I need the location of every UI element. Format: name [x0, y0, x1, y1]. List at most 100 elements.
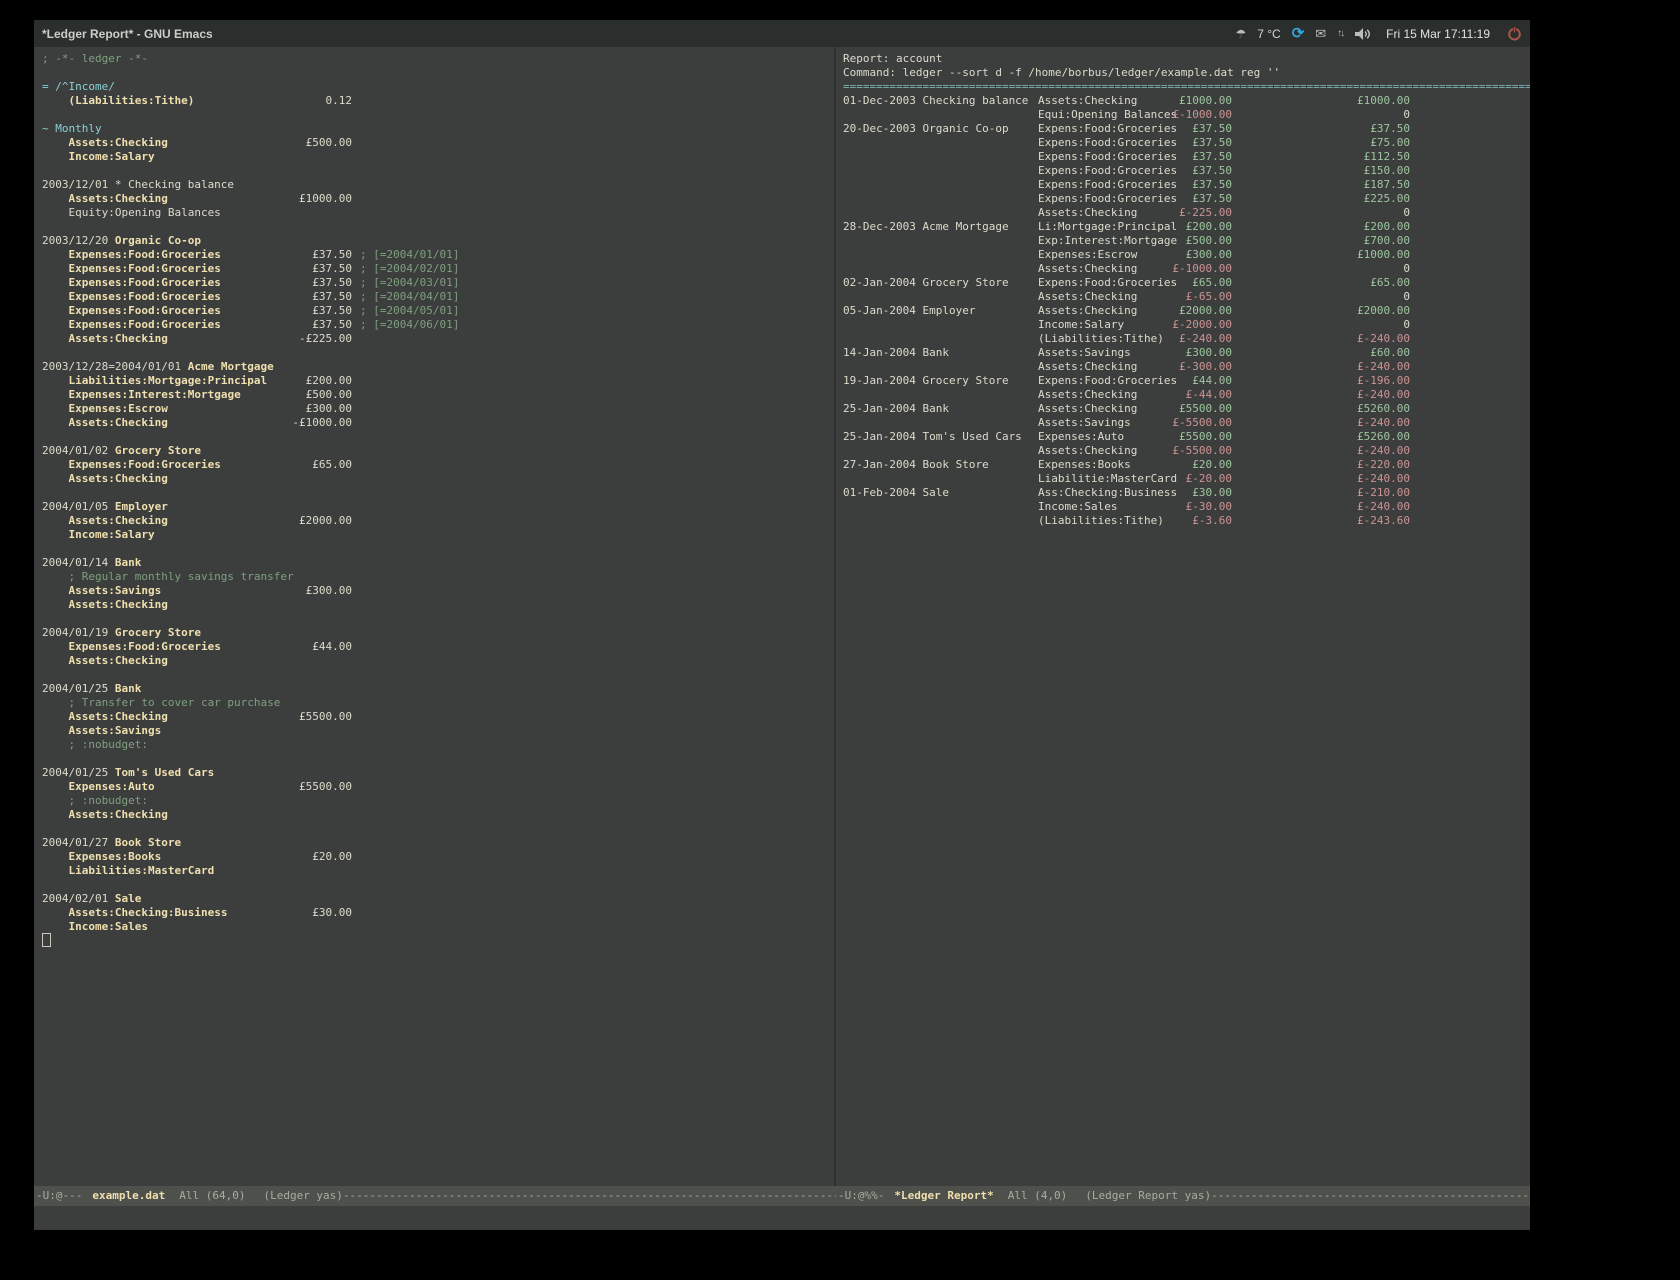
register-row[interactable]: 01-Dec-2003 Checking balanceAssets:Check…: [843, 94, 1530, 108]
ledger-line[interactable]: [42, 822, 834, 836]
ledger-line[interactable]: 2003/12/01 * Checking balance: [42, 178, 834, 192]
ledger-line[interactable]: (Liabilities:Tithe)0.12: [42, 94, 834, 108]
ledger-line[interactable]: ; -*- ledger -*-: [42, 52, 834, 66]
ledger-line[interactable]: Liabilities:MasterCard: [42, 864, 834, 878]
ledger-line[interactable]: 2004/01/25 Tom's Used Cars: [42, 766, 834, 780]
ledger-line[interactable]: ; Transfer to cover car purchase: [42, 696, 834, 710]
ledger-line[interactable]: Assets:Checking-£1000.00: [42, 416, 834, 430]
register-row[interactable]: Assets:Savings£-5500.00£-240.00: [843, 416, 1530, 430]
ledger-line[interactable]: [42, 220, 834, 234]
ledger-line[interactable]: ; :nobudget:: [42, 794, 834, 808]
ledger-line[interactable]: Expenses:Interest:Mortgage£500.00: [42, 388, 834, 402]
ledger-line[interactable]: 2004/02/01 Sale: [42, 892, 834, 906]
modeline-ledger[interactable]: -U:@---example.datAll (64,0)(Ledger yas)…: [34, 1186, 836, 1206]
register-row[interactable]: Expens:Food:Groceries£37.50£187.50: [843, 178, 1530, 192]
ledger-line[interactable]: 2003/12/20 Organic Co-op: [42, 234, 834, 248]
ledger-line[interactable]: 2004/01/14 Bank: [42, 556, 834, 570]
ledger-line[interactable]: [42, 430, 834, 444]
register-row[interactable]: Assets:Checking£-1000.000: [843, 262, 1530, 276]
ledger-line[interactable]: Assets:Checking£2000.00: [42, 514, 834, 528]
register-row[interactable]: Equi:Opening Balances£-1000.000: [843, 108, 1530, 122]
power-icon[interactable]: [1507, 26, 1522, 41]
mail-icon[interactable]: ✉: [1315, 26, 1326, 42]
network-traffic-icon[interactable]: ↑↓: [1337, 28, 1343, 39]
ledger-line[interactable]: [42, 612, 834, 626]
ledger-line[interactable]: 2004/01/02 Grocery Store: [42, 444, 834, 458]
register-row[interactable]: Expenses:Escrow£300.00£1000.00: [843, 248, 1530, 262]
register-row[interactable]: 27-Jan-2004 Book StoreExpenses:Books£20.…: [843, 458, 1530, 472]
register-row[interactable]: Expens:Food:Groceries£37.50£112.50: [843, 150, 1530, 164]
ledger-line[interactable]: Equity:Opening Balances: [42, 206, 834, 220]
ledger-line[interactable]: Assets:Checking: [42, 598, 834, 612]
ledger-line[interactable]: Income:Salary: [42, 528, 834, 542]
register-row[interactable]: 01-Feb-2004 SaleAss:Checking:Business£30…: [843, 486, 1530, 500]
ledger-line[interactable]: Assets:Checking: [42, 654, 834, 668]
register-row[interactable]: 19-Jan-2004 Grocery StoreExpens:Food:Gro…: [843, 374, 1530, 388]
register-row[interactable]: Liabilitie:MasterCard£-20.00£-240.00: [843, 472, 1530, 486]
ledger-line[interactable]: Assets:Checking-£225.00: [42, 332, 834, 346]
ledger-line[interactable]: Expenses:Food:Groceries£37.50; [=2004/05…: [42, 304, 834, 318]
register-row[interactable]: Expens:Food:Groceries£37.50£150.00: [843, 164, 1530, 178]
ledger-line[interactable]: [42, 878, 834, 892]
register-row[interactable]: Assets:Checking£-5500.00£-240.00: [843, 444, 1530, 458]
ledger-line[interactable]: [42, 108, 834, 122]
sync-icon[interactable]: ⟳: [1292, 26, 1305, 41]
ledger-buffer-pane[interactable]: ; -*- ledger -*- = /^Income/ (Liabilities…: [34, 47, 834, 1186]
register-row[interactable]: 20-Dec-2003 Organic Co-opExpens:Food:Gro…: [843, 122, 1530, 136]
register-row[interactable]: Income:Salary£-2000.000: [843, 318, 1530, 332]
ledger-line[interactable]: Expenses:Food:Groceries£44.00: [42, 640, 834, 654]
ledger-line[interactable]: [42, 668, 834, 682]
ledger-line[interactable]: 2003/12/28=2004/01/01 Acme Mortgage: [42, 360, 834, 374]
register-row[interactable]: 25-Jan-2004 BankAssets:Checking£5500.00£…: [843, 402, 1530, 416]
ledger-line[interactable]: Assets:Savings£300.00: [42, 584, 834, 598]
ledger-line[interactable]: Assets:Checking: [42, 808, 834, 822]
echo-area[interactable]: [34, 1206, 1530, 1230]
register-row[interactable]: Exp:Interest:Mortgage£500.00£700.00: [843, 234, 1530, 248]
ledger-line[interactable]: [42, 346, 834, 360]
register-row[interactable]: Assets:Checking£-225.000: [843, 206, 1530, 220]
ledger-line[interactable]: [42, 66, 834, 80]
ledger-line[interactable]: Expenses:Food:Groceries£37.50; [=2004/02…: [42, 262, 834, 276]
register-row[interactable]: (Liabilities:Tithe)£-3.60£-243.60: [843, 514, 1530, 528]
register-row[interactable]: Assets:Checking£-44.00£-240.00: [843, 388, 1530, 402]
ledger-line[interactable]: 2004/01/25 Bank: [42, 682, 834, 696]
register-row[interactable]: 14-Jan-2004 BankAssets:Savings£300.00£60…: [843, 346, 1530, 360]
ledger-line[interactable]: Assets:Checking£500.00: [42, 136, 834, 150]
ledger-line[interactable]: [42, 752, 834, 766]
register-row[interactable]: Expens:Food:Groceries£37.50£225.00: [843, 192, 1530, 206]
ledger-line[interactable]: 2004/01/05 Employer: [42, 500, 834, 514]
ledger-line[interactable]: Expenses:Food:Groceries£37.50; [=2004/06…: [42, 318, 834, 332]
umbrella-icon[interactable]: ☂: [1235, 27, 1246, 41]
register-row[interactable]: Income:Sales£-30.00£-240.00: [843, 500, 1530, 514]
register-row[interactable]: 28-Dec-2003 Acme MortgageLi:Mortgage:Pri…: [843, 220, 1530, 234]
ledger-line[interactable]: Assets:Checking£1000.00: [42, 192, 834, 206]
ledger-line[interactable]: [42, 934, 834, 948]
ledger-line[interactable]: Income:Sales: [42, 920, 834, 934]
register-row[interactable]: Assets:Checking£-65.000: [843, 290, 1530, 304]
volume-icon[interactable]: [1354, 27, 1371, 41]
register-row[interactable]: 02-Jan-2004 Grocery StoreExpens:Food:Gro…: [843, 276, 1530, 290]
register-row[interactable]: 25-Jan-2004 Tom's Used CarsExpenses:Auto…: [843, 430, 1530, 444]
ledger-line[interactable]: [42, 486, 834, 500]
ledger-line[interactable]: Income:Salary: [42, 150, 834, 164]
register-row[interactable]: 05-Jan-2004 EmployerAssets:Checking£2000…: [843, 304, 1530, 318]
ledger-line[interactable]: [42, 164, 834, 178]
ledger-line[interactable]: Assets:Checking£5500.00: [42, 710, 834, 724]
ledger-line[interactable]: Expenses:Food:Groceries£37.50; [=2004/04…: [42, 290, 834, 304]
ledger-line[interactable]: Liabilities:Mortgage:Principal£200.00: [42, 374, 834, 388]
ledger-line[interactable]: ~ Monthly: [42, 122, 834, 136]
ledger-line[interactable]: 2004/01/27 Book Store: [42, 836, 834, 850]
ledger-line[interactable]: Assets:Savings: [42, 724, 834, 738]
register-row[interactable]: (Liabilities:Tithe)£-240.00£-240.00: [843, 332, 1530, 346]
register-row[interactable]: Expens:Food:Groceries£37.50£75.00: [843, 136, 1530, 150]
ledger-line[interactable]: Expenses:Food:Groceries£37.50; [=2004/03…: [42, 276, 834, 290]
ledger-line[interactable]: = /^Income/: [42, 80, 834, 94]
modeline-report[interactable]: -U:@%%-*Ledger Report*All (4,0)(Ledger R…: [836, 1186, 1530, 1206]
ledger-line[interactable]: [42, 542, 834, 556]
titlebar[interactable]: *Ledger Report* - GNU Emacs ☂ 7 °C ⟳ ✉ ↑…: [34, 20, 1530, 47]
ledger-line[interactable]: Assets:Checking: [42, 472, 834, 486]
ledger-line[interactable]: 2004/01/19 Grocery Store: [42, 626, 834, 640]
ledger-line[interactable]: Expenses:Escrow£300.00: [42, 402, 834, 416]
ledger-line[interactable]: ; Regular monthly savings transfer: [42, 570, 834, 584]
register-row[interactable]: Assets:Checking£-300.00£-240.00: [843, 360, 1530, 374]
